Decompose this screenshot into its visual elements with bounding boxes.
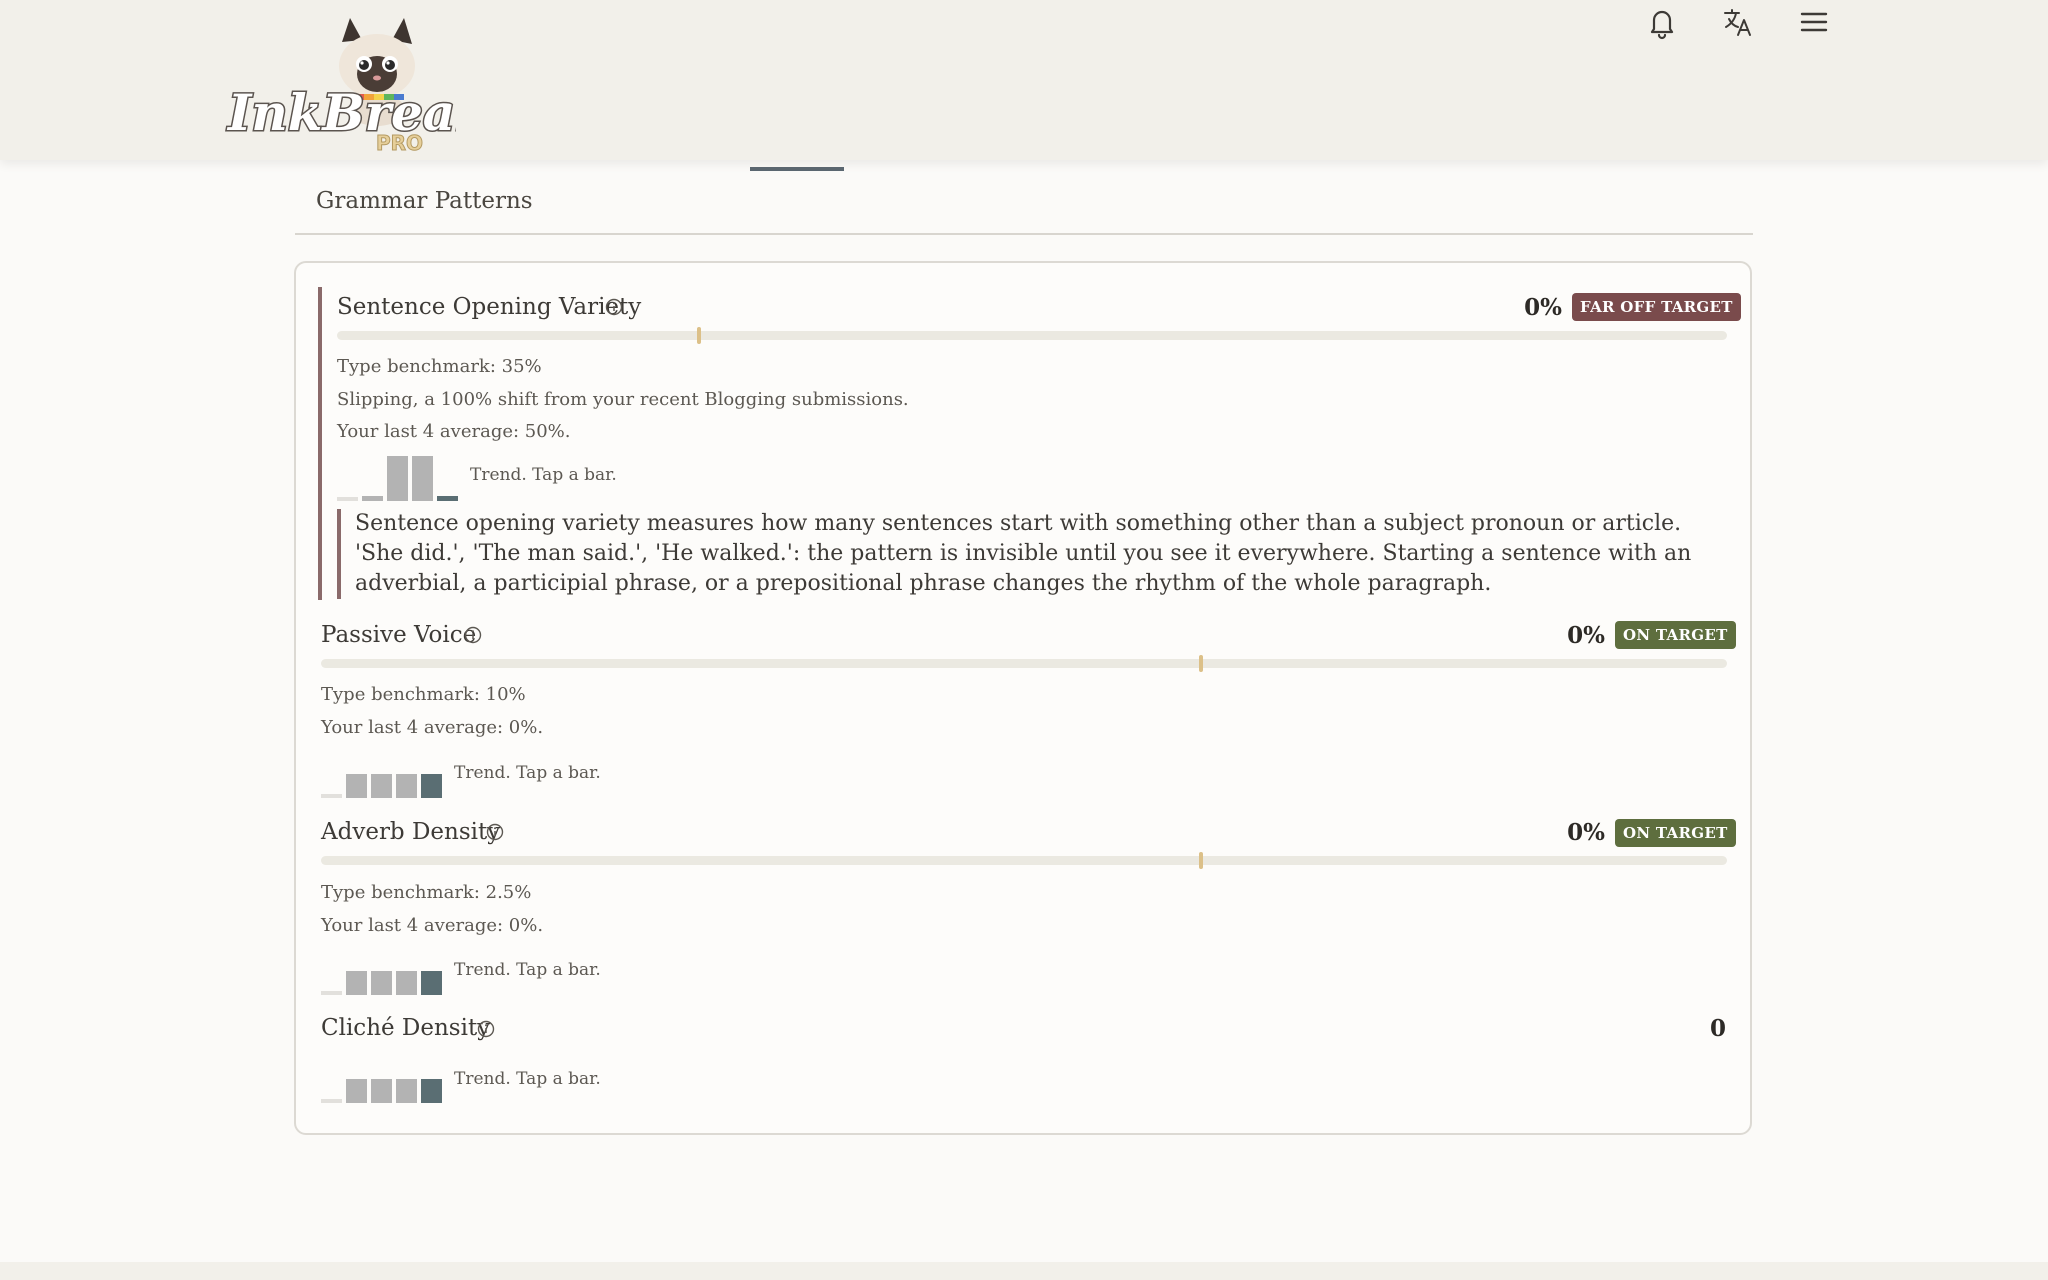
menu-icon[interactable]	[1792, 0, 1836, 44]
trend-bar[interactable]	[437, 496, 458, 501]
expanded-metric-accent	[318, 287, 322, 600]
trend-bar[interactable]	[421, 1079, 442, 1103]
metric-value: 0%	[1524, 294, 1562, 321]
trend-bar[interactable]	[362, 496, 383, 501]
metric-description: Sentence opening variety measures how ma…	[337, 509, 1725, 599]
trend-chart[interactable]	[321, 1079, 451, 1103]
trend-bar[interactable]	[346, 1079, 367, 1103]
shift-text: Slipping, a 100% shift from your recent …	[337, 389, 909, 410]
metric-title: Passive Voice	[321, 622, 477, 648]
benchmark-text: Type benchmark: 10%	[321, 684, 526, 705]
trend-label: Trend. Tap a bar.	[454, 960, 601, 980]
trend-bar[interactable]	[371, 774, 392, 798]
average-text: Your last 4 average: 0%.	[321, 717, 544, 738]
top-header: InkBreaker PRO	[0, 0, 2048, 160]
trend-bar[interactable]	[346, 971, 367, 995]
info-icon[interactable]	[485, 822, 505, 842]
trend-bar[interactable]	[412, 456, 433, 501]
trend-bar[interactable]	[337, 497, 358, 501]
trend-bar[interactable]	[371, 971, 392, 995]
metric-value: 0	[1709, 1015, 1726, 1042]
info-icon[interactable]	[604, 297, 624, 317]
metric-value: 0%	[1567, 819, 1605, 846]
metric-track	[321, 655, 1727, 672]
logo-tier: PRO	[376, 131, 423, 154]
trend-chart[interactable]	[321, 774, 451, 798]
trend-bar[interactable]	[396, 774, 417, 798]
metric-title: Adverb Density	[321, 819, 501, 845]
footer-strip	[0, 1262, 2048, 1280]
status-badge: ON TARGET	[1615, 621, 1736, 649]
trend-bar[interactable]	[321, 1099, 342, 1103]
metric-value: 0%	[1567, 622, 1605, 649]
tab-grammar-patterns[interactable]: Grammar Patterns	[316, 188, 533, 214]
trend-label: Trend. Tap a bar.	[454, 1069, 601, 1089]
trend-label: Trend. Tap a bar.	[454, 763, 601, 783]
translate-icon[interactable]	[1716, 0, 1760, 44]
average-text: Your last 4 average: 0%.	[321, 915, 544, 936]
benchmark-text: Type benchmark: 2.5%	[321, 882, 532, 903]
inkbreaker-logo[interactable]: InkBreaker PRO	[224, 14, 553, 156]
trend-chart[interactable]	[321, 971, 451, 995]
trend-bar[interactable]	[346, 774, 367, 798]
trend-bar[interactable]	[387, 456, 408, 501]
status-badge: ON TARGET	[1615, 819, 1736, 847]
trend-label: Trend. Tap a bar.	[470, 465, 617, 485]
trend-bar[interactable]	[396, 1079, 417, 1103]
trend-bar[interactable]	[321, 794, 342, 798]
trend-bar[interactable]	[421, 774, 442, 798]
info-icon[interactable]	[463, 625, 483, 645]
metric-title: Sentence Opening Variety	[337, 294, 642, 320]
bell-icon[interactable]	[1640, 0, 1684, 44]
metric-track	[321, 852, 1727, 869]
trend-bar[interactable]	[321, 991, 342, 995]
trend-bar[interactable]	[396, 971, 417, 995]
active-tab-indicator	[750, 167, 844, 171]
trend-bar[interactable]	[371, 1079, 392, 1103]
info-icon[interactable]	[476, 1019, 496, 1039]
tab-divider	[295, 233, 1753, 235]
metric-track	[337, 327, 1727, 344]
trend-chart[interactable]	[337, 456, 467, 501]
benchmark-text: Type benchmark: 35%	[337, 356, 542, 377]
average-text: Your last 4 average: 50%.	[337, 421, 571, 442]
benchmark-marker	[697, 327, 701, 344]
benchmark-marker	[1199, 852, 1203, 869]
benchmark-marker	[1199, 655, 1203, 672]
trend-bar[interactable]	[421, 971, 442, 995]
metric-title: Cliché Density	[321, 1015, 491, 1041]
status-badge: FAR OFF TARGET	[1572, 293, 1741, 321]
